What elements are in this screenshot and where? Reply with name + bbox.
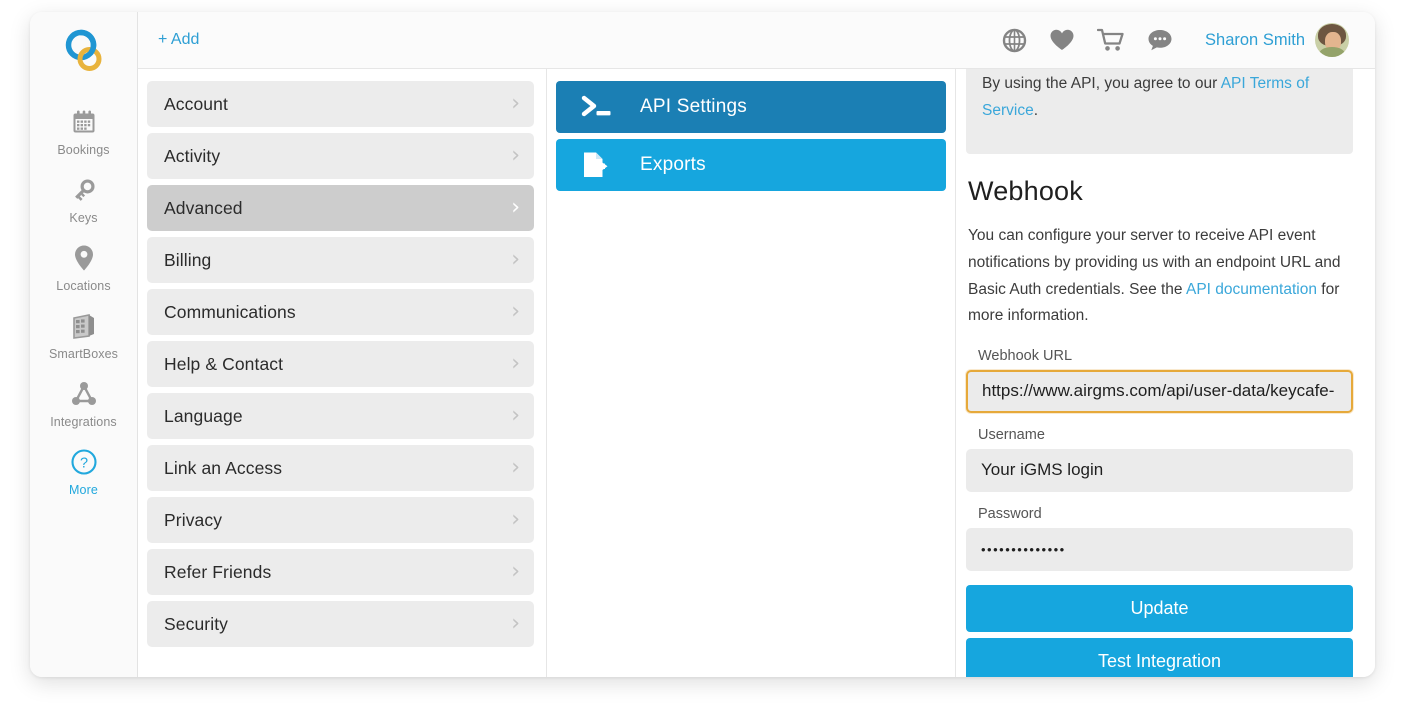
sidebar-label-smartboxes: SmartBoxes [48, 347, 119, 361]
settings-item-privacy[interactable]: Privacy › [147, 497, 534, 543]
sidebar-item-locations[interactable]: Locations [30, 234, 137, 302]
chevron-right-icon: › [511, 91, 520, 116]
sidebar-label-keys: Keys [69, 211, 98, 225]
heart-icon[interactable] [1049, 28, 1075, 52]
sidebar-item-integrations[interactable]: Integrations [30, 370, 137, 438]
api-settings-label: API Settings [640, 96, 747, 117]
settings-label: Link an Access [164, 457, 283, 478]
sidebar-label-locations: Locations [56, 279, 111, 293]
map-pin-icon [72, 243, 96, 273]
api-terms-box: By using the API, you agree to our API T… [966, 69, 1353, 155]
sidebar-item-keys[interactable]: Keys [30, 166, 137, 234]
username-label: Username [978, 426, 1045, 443]
settings-label: Advanced [164, 197, 243, 218]
chevron-right-icon: › [511, 455, 520, 480]
terminal-icon [580, 93, 620, 121]
api-documentation-link[interactable]: API documentation [1186, 281, 1317, 298]
exports-nav-item[interactable]: Exports [556, 139, 946, 191]
webhook-url-label: Webhook URL [978, 347, 1073, 364]
update-button[interactable]: Update [966, 584, 1353, 632]
settings-item-activity[interactable]: Activity › [147, 133, 534, 179]
application-window: Bookings Keys Locations SmartBoxes Integ… [30, 12, 1375, 677]
globe-icon[interactable] [1002, 28, 1027, 53]
primary-sidebar: Bookings Keys Locations SmartBoxes Integ… [30, 12, 138, 677]
chevron-right-icon: › [511, 247, 520, 272]
chevron-right-icon: › [511, 299, 520, 324]
password-label: Password [978, 505, 1042, 522]
keycafe-logo[interactable] [58, 26, 110, 78]
user-avatar[interactable] [1315, 23, 1349, 57]
settings-label: Activity [164, 145, 221, 166]
cart-icon[interactable] [1097, 28, 1125, 53]
top-header-bar: + Add Sharon Smith [138, 12, 1375, 69]
integrations-icon [70, 379, 98, 409]
settings-item-advanced[interactable]: Advanced › [147, 185, 534, 231]
terms-text-before: By using the API, you agree to our [982, 75, 1221, 92]
content-area: + Add Sharon Smith Account › Activity › … [138, 12, 1375, 677]
api-nav-column: API Settings Exports [547, 69, 956, 677]
settings-label: Privacy [164, 509, 223, 530]
settings-label: Billing [164, 249, 212, 270]
settings-item-refer-friends[interactable]: Refer Friends › [147, 549, 534, 595]
key-icon [70, 175, 98, 205]
password-input[interactable]: •••••••••••••• [966, 527, 1353, 571]
webhook-description: You can configure your server to receive… [968, 223, 1353, 330]
settings-item-security[interactable]: Security › [147, 601, 534, 647]
user-name[interactable]: Sharon Smith [1205, 31, 1305, 50]
sidebar-label-integrations: Integrations [50, 415, 117, 429]
sidebar-label-bookings: Bookings [57, 143, 110, 157]
api-settings-nav-item[interactable]: API Settings [556, 81, 946, 133]
sidebar-item-more[interactable]: ? More [30, 438, 137, 506]
chevron-right-icon: › [511, 507, 520, 532]
settings-label: Language [164, 405, 243, 426]
sidebar-item-bookings[interactable]: Bookings [30, 98, 137, 166]
chat-icon[interactable] [1147, 28, 1173, 52]
chevron-right-icon: › [511, 403, 520, 428]
settings-label: Refer Friends [164, 561, 272, 582]
chevron-right-icon: › [511, 195, 520, 220]
settings-label: Security [164, 613, 229, 634]
settings-item-language[interactable]: Language › [147, 393, 534, 439]
chevron-right-icon: › [511, 559, 520, 584]
file-export-icon [580, 150, 620, 180]
settings-item-account[interactable]: Account › [147, 81, 534, 127]
chevron-right-icon: › [511, 143, 520, 168]
chevron-right-icon: › [511, 611, 520, 636]
sidebar-label-more: More [69, 483, 98, 497]
three-column-layout: Account › Activity › Advanced › Billing … [138, 69, 1375, 677]
settings-item-communications[interactable]: Communications › [147, 289, 534, 335]
username-input[interactable]: Your iGMS login [966, 448, 1353, 492]
svg-text:?: ? [79, 456, 87, 472]
sidebar-item-smartboxes[interactable]: SmartBoxes [30, 302, 137, 370]
settings-item-link-an-access[interactable]: Link an Access › [147, 445, 534, 491]
test-integration-button[interactable]: Test Integration [966, 637, 1353, 677]
avatar-shoulders [1319, 47, 1345, 57]
smartbox-icon [70, 311, 98, 341]
terms-text-after: . [1033, 101, 1038, 119]
chevron-right-icon: › [511, 351, 520, 376]
settings-label: Communications [164, 301, 296, 322]
settings-label: Account [164, 93, 228, 114]
settings-label: Help & Contact [164, 353, 284, 374]
calendar-icon [71, 107, 97, 137]
settings-item-billing[interactable]: Billing › [147, 237, 534, 283]
settings-menu-column: Account › Activity › Advanced › Billing … [138, 69, 547, 677]
exports-label: Exports [640, 154, 706, 175]
detail-pane: By using the API, you agree to our API T… [956, 69, 1375, 677]
add-button[interactable]: + Add [158, 31, 199, 49]
webhook-heading: Webhook [968, 176, 1083, 207]
webhook-url-input[interactable]: https://www.airgms.com/api/user-data/key… [966, 369, 1353, 413]
settings-item-help-contact[interactable]: Help & Contact › [147, 341, 534, 387]
question-circle-icon: ? [70, 447, 98, 477]
